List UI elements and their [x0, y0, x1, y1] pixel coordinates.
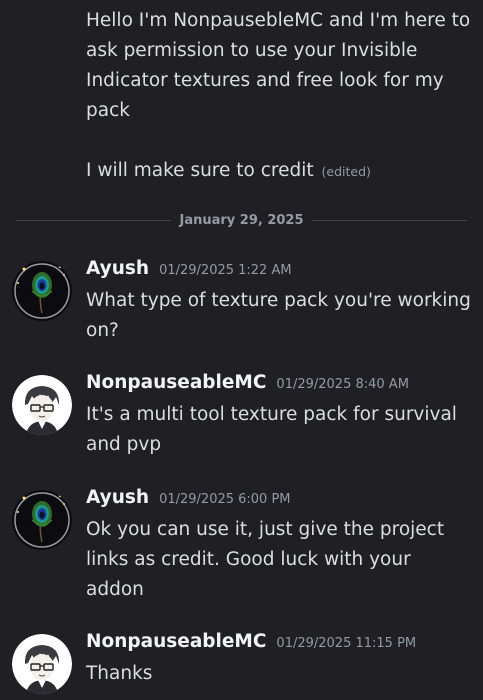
message-line: Ok you can use it, just give the project [86, 519, 445, 540]
chat-log: Hello I'm NonpausebleMC and I'm here to … [0, 0, 483, 700]
edited-label: (edited) [321, 164, 371, 179]
username[interactable]: Ayush [86, 487, 149, 508]
message-line: on? [86, 320, 119, 341]
message-line: Hello I'm NonpausebleMC and I'm here to [86, 10, 471, 31]
message-line: and pvp [86, 434, 162, 455]
timestamp: 01/29/2025 6:00 PM [159, 492, 291, 507]
message-header: NonpauseableMC 01/29/2025 8:40 AM [86, 372, 409, 400]
message-body: What type of texture pack you're working… [86, 286, 476, 346]
message-text: I will make sure to credit [86, 160, 314, 181]
username[interactable]: NonpauseableMC [86, 631, 266, 652]
message-line: ask permission to use your Invisible [86, 40, 418, 61]
username[interactable]: NonpauseableMC [86, 372, 266, 393]
message-line: pack [86, 100, 130, 121]
anime-character-avatar-icon[interactable] [12, 375, 72, 435]
message-header: NonpauseableMC 01/29/2025 11:15 PM [86, 631, 416, 659]
message-line: Thanks [86, 663, 153, 684]
message-line-with-edit: I will make sure to credit (edited) [86, 156, 471, 187]
message-body: Thanks [86, 659, 476, 689]
peacock-feather-avatar-icon[interactable] [12, 490, 72, 550]
timestamp: 01/29/2025 1:22 AM [159, 263, 292, 278]
message-line: What type of texture pack you're working [86, 290, 471, 311]
peacock-feather-avatar-icon[interactable] [12, 261, 72, 321]
message-header: Ayush 01/29/2025 6:00 PM [86, 487, 291, 515]
username[interactable]: Ayush [86, 258, 149, 279]
message-line: Indicator textures and free look for my [86, 70, 444, 91]
message-body: Ok you can use it, just give the project… [86, 515, 476, 605]
message-body: It's a multi tool texture pack for survi… [86, 400, 476, 460]
timestamp: 01/29/2025 11:15 PM [276, 636, 417, 651]
message-line: addon [86, 579, 144, 600]
divider-line-right [311, 219, 468, 221]
message-header: Ayush 01/29/2025 1:22 AM [86, 258, 292, 286]
divider-line-left [16, 219, 172, 221]
date-divider: January 29, 2025 [16, 210, 468, 230]
timestamp: 01/29/2025 8:40 AM [276, 377, 409, 392]
anime-character-avatar-icon[interactable] [12, 634, 72, 694]
divider-date: January 29, 2025 [179, 212, 304, 228]
continued-message: Hello I'm NonpausebleMC and I'm here to … [86, 6, 471, 187]
message-line: It's a multi tool texture pack for survi… [86, 404, 457, 425]
message-line: links as credit. Good luck with your [86, 549, 411, 570]
